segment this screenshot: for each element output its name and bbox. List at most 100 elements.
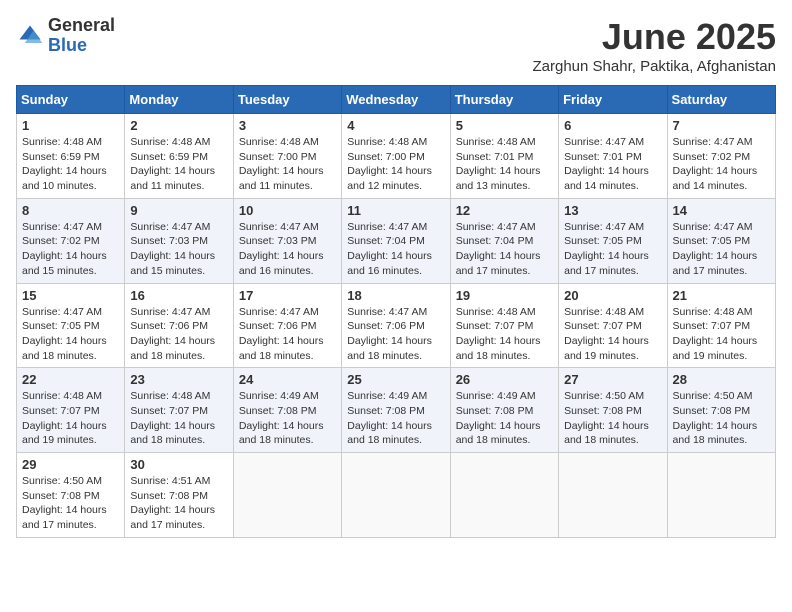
day-number: 27 [564,372,661,387]
logo-text: General Blue [48,16,115,56]
page-header: General Blue June 2025 Zarghun Shahr, Pa… [16,16,776,75]
day-number: 20 [564,288,661,303]
day-content: Sunrise: 4:48 AM Sunset: 7:07 PM Dayligh… [456,305,553,364]
day-number: 25 [347,372,444,387]
day-header-thursday: Thursday [450,86,558,114]
calendar-week-row: 1 Sunrise: 4:48 AM Sunset: 6:59 PM Dayli… [17,114,776,199]
day-number: 2 [130,118,227,133]
calendar-day-cell [559,453,667,538]
day-content: Sunrise: 4:48 AM Sunset: 7:07 PM Dayligh… [130,389,227,448]
day-header-wednesday: Wednesday [342,86,450,114]
calendar-day-cell: 29 Sunrise: 4:50 AM Sunset: 7:08 PM Dayl… [17,453,125,538]
calendar-day-cell: 3 Sunrise: 4:48 AM Sunset: 7:00 PM Dayli… [233,114,341,199]
calendar-day-cell: 25 Sunrise: 4:49 AM Sunset: 7:08 PM Dayl… [342,368,450,453]
calendar-day-cell [450,453,558,538]
calendar-day-cell: 1 Sunrise: 4:48 AM Sunset: 6:59 PM Dayli… [17,114,125,199]
calendar-day-cell: 12 Sunrise: 4:47 AM Sunset: 7:04 PM Dayl… [450,198,558,283]
calendar-day-cell: 6 Sunrise: 4:47 AM Sunset: 7:01 PM Dayli… [559,114,667,199]
day-content: Sunrise: 4:47 AM Sunset: 7:03 PM Dayligh… [130,220,227,279]
day-content: Sunrise: 4:47 AM Sunset: 7:06 PM Dayligh… [347,305,444,364]
calendar-day-cell: 27 Sunrise: 4:50 AM Sunset: 7:08 PM Dayl… [559,368,667,453]
day-content: Sunrise: 4:51 AM Sunset: 7:08 PM Dayligh… [130,474,227,533]
calendar-day-cell: 28 Sunrise: 4:50 AM Sunset: 7:08 PM Dayl… [667,368,775,453]
calendar-day-cell: 10 Sunrise: 4:47 AM Sunset: 7:03 PM Dayl… [233,198,341,283]
day-number: 21 [673,288,770,303]
day-content: Sunrise: 4:47 AM Sunset: 7:02 PM Dayligh… [22,220,119,279]
calendar-week-row: 22 Sunrise: 4:48 AM Sunset: 7:07 PM Dayl… [17,368,776,453]
calendar-table: SundayMondayTuesdayWednesdayThursdayFrid… [16,85,776,538]
day-number: 4 [347,118,444,133]
calendar-day-cell: 15 Sunrise: 4:47 AM Sunset: 7:05 PM Dayl… [17,283,125,368]
day-number: 1 [22,118,119,133]
day-content: Sunrise: 4:48 AM Sunset: 7:07 PM Dayligh… [22,389,119,448]
day-content: Sunrise: 4:50 AM Sunset: 7:08 PM Dayligh… [22,474,119,533]
logo-general-text: General [48,16,115,36]
calendar-day-cell: 24 Sunrise: 4:49 AM Sunset: 7:08 PM Dayl… [233,368,341,453]
calendar-day-cell: 23 Sunrise: 4:48 AM Sunset: 7:07 PM Dayl… [125,368,233,453]
day-content: Sunrise: 4:47 AM Sunset: 7:05 PM Dayligh… [673,220,770,279]
day-number: 15 [22,288,119,303]
day-number: 12 [456,203,553,218]
calendar-week-row: 15 Sunrise: 4:47 AM Sunset: 7:05 PM Dayl… [17,283,776,368]
month-title: June 2025 [533,16,777,58]
day-number: 16 [130,288,227,303]
day-number: 18 [347,288,444,303]
day-content: Sunrise: 4:50 AM Sunset: 7:08 PM Dayligh… [673,389,770,448]
calendar-day-cell: 11 Sunrise: 4:47 AM Sunset: 7:04 PM Dayl… [342,198,450,283]
day-content: Sunrise: 4:47 AM Sunset: 7:04 PM Dayligh… [347,220,444,279]
calendar-header-row: SundayMondayTuesdayWednesdayThursdayFrid… [17,86,776,114]
calendar-day-cell: 18 Sunrise: 4:47 AM Sunset: 7:06 PM Dayl… [342,283,450,368]
logo-blue-text: Blue [48,36,115,56]
day-content: Sunrise: 4:47 AM Sunset: 7:06 PM Dayligh… [130,305,227,364]
logo-icon [16,22,44,50]
day-number: 10 [239,203,336,218]
day-number: 28 [673,372,770,387]
calendar-day-cell: 20 Sunrise: 4:48 AM Sunset: 7:07 PM Dayl… [559,283,667,368]
calendar-day-cell: 9 Sunrise: 4:47 AM Sunset: 7:03 PM Dayli… [125,198,233,283]
day-number: 13 [564,203,661,218]
calendar-day-cell: 4 Sunrise: 4:48 AM Sunset: 7:00 PM Dayli… [342,114,450,199]
day-content: Sunrise: 4:48 AM Sunset: 7:07 PM Dayligh… [673,305,770,364]
day-content: Sunrise: 4:47 AM Sunset: 7:01 PM Dayligh… [564,135,661,194]
day-content: Sunrise: 4:49 AM Sunset: 7:08 PM Dayligh… [239,389,336,448]
calendar-day-cell: 26 Sunrise: 4:49 AM Sunset: 7:08 PM Dayl… [450,368,558,453]
day-number: 9 [130,203,227,218]
title-area: June 2025 Zarghun Shahr, Paktika, Afghan… [533,16,777,75]
day-content: Sunrise: 4:48 AM Sunset: 7:07 PM Dayligh… [564,305,661,364]
day-content: Sunrise: 4:47 AM Sunset: 7:02 PM Dayligh… [673,135,770,194]
day-header-friday: Friday [559,86,667,114]
calendar-week-row: 29 Sunrise: 4:50 AM Sunset: 7:08 PM Dayl… [17,453,776,538]
day-number: 24 [239,372,336,387]
day-number: 29 [22,457,119,472]
day-content: Sunrise: 4:48 AM Sunset: 6:59 PM Dayligh… [22,135,119,194]
day-content: Sunrise: 4:47 AM Sunset: 7:05 PM Dayligh… [564,220,661,279]
day-content: Sunrise: 4:47 AM Sunset: 7:06 PM Dayligh… [239,305,336,364]
day-content: Sunrise: 4:48 AM Sunset: 7:00 PM Dayligh… [347,135,444,194]
calendar-day-cell: 17 Sunrise: 4:47 AM Sunset: 7:06 PM Dayl… [233,283,341,368]
calendar-week-row: 8 Sunrise: 4:47 AM Sunset: 7:02 PM Dayli… [17,198,776,283]
calendar-day-cell: 21 Sunrise: 4:48 AM Sunset: 7:07 PM Dayl… [667,283,775,368]
day-content: Sunrise: 4:49 AM Sunset: 7:08 PM Dayligh… [456,389,553,448]
day-content: Sunrise: 4:47 AM Sunset: 7:04 PM Dayligh… [456,220,553,279]
day-number: 17 [239,288,336,303]
day-header-tuesday: Tuesday [233,86,341,114]
day-number: 30 [130,457,227,472]
calendar-day-cell: 5 Sunrise: 4:48 AM Sunset: 7:01 PM Dayli… [450,114,558,199]
day-number: 3 [239,118,336,133]
calendar-day-cell [233,453,341,538]
day-number: 6 [564,118,661,133]
day-content: Sunrise: 4:49 AM Sunset: 7:08 PM Dayligh… [347,389,444,448]
calendar-day-cell: 30 Sunrise: 4:51 AM Sunset: 7:08 PM Dayl… [125,453,233,538]
day-number: 14 [673,203,770,218]
day-number: 23 [130,372,227,387]
calendar-day-cell [667,453,775,538]
day-number: 11 [347,203,444,218]
location-title: Zarghun Shahr, Paktika, Afghanistan [533,58,777,75]
day-content: Sunrise: 4:48 AM Sunset: 7:00 PM Dayligh… [239,135,336,194]
logo: General Blue [16,16,115,56]
calendar-day-cell [342,453,450,538]
day-header-sunday: Sunday [17,86,125,114]
day-content: Sunrise: 4:47 AM Sunset: 7:05 PM Dayligh… [22,305,119,364]
day-content: Sunrise: 4:50 AM Sunset: 7:08 PM Dayligh… [564,389,661,448]
day-number: 19 [456,288,553,303]
